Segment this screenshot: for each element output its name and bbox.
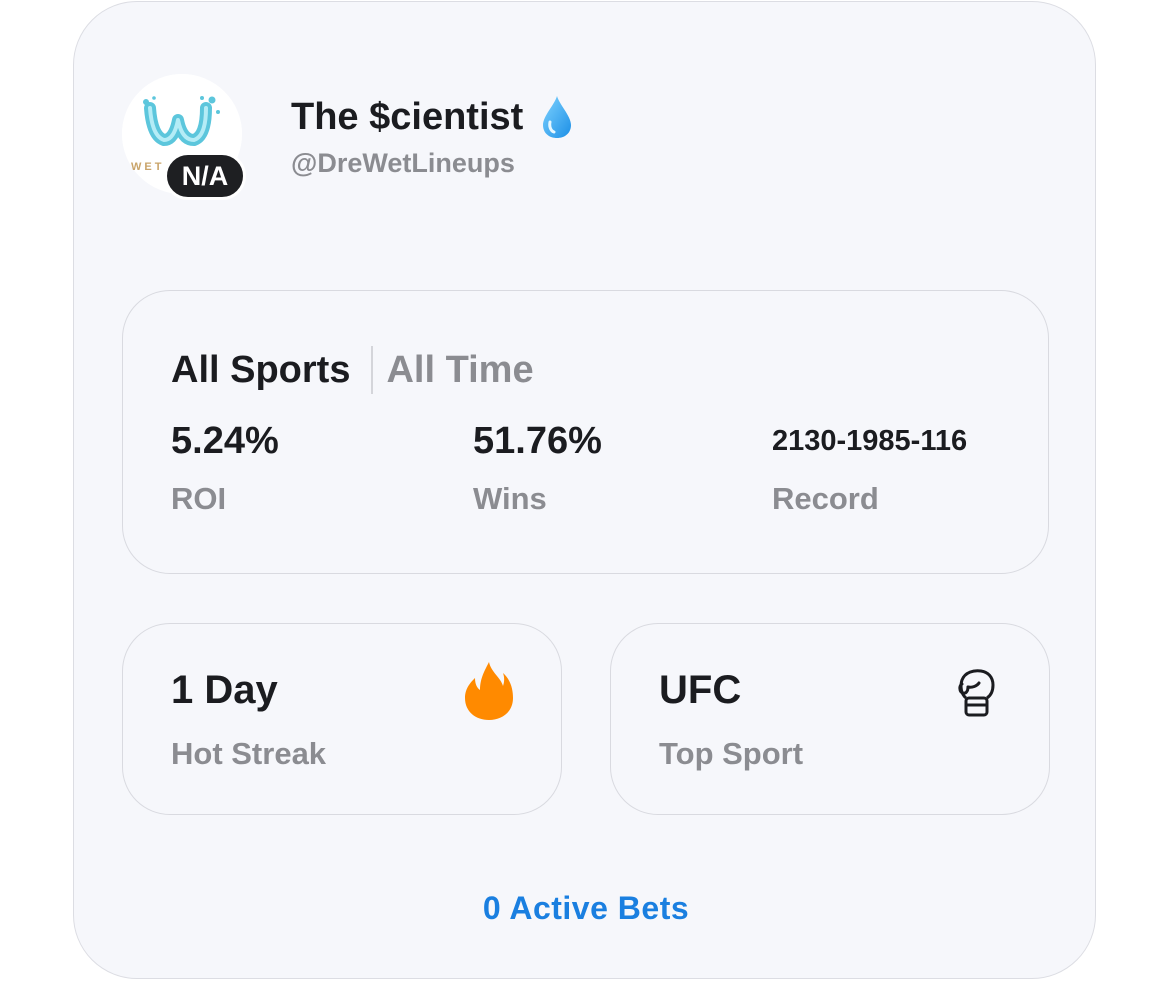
profile-name-text: The $cientist — [291, 95, 524, 138]
top-sport-value: UFC — [659, 668, 742, 712]
top-sport-label: Top Sport — [659, 736, 804, 771]
top-sport-card[interactable]: UFC Top Sport — [610, 623, 1050, 815]
avatar-logo-text: WET — [131, 161, 164, 173]
fire-icon — [465, 662, 513, 720]
stats-filter: All Sports All Time — [171, 346, 534, 394]
profile-handle[interactable]: @DreWetLineups — [291, 148, 515, 179]
roi-label: ROI — [171, 481, 227, 516]
stats-panel: All Sports All Time 5.24% ROI 51.76% Win… — [122, 290, 1049, 574]
streak-label: Hot Streak — [171, 736, 327, 771]
wins-value: 51.76% — [473, 419, 602, 462]
sport-filter[interactable]: All Sports — [171, 349, 350, 392]
profile-card: WET N/A The $cientist @DreWetLineups All… — [73, 1, 1096, 979]
streak-value: 1 Day — [171, 668, 278, 712]
roi-stat: 5.24% ROI — [171, 417, 279, 517]
roi-value: 5.24% — [171, 419, 279, 462]
wins-label: Wins — [473, 481, 547, 516]
water-drop-icon — [543, 96, 572, 138]
record-label: Record — [772, 481, 879, 516]
hot-streak-card[interactable]: 1 Day Hot Streak — [122, 623, 562, 815]
avatar[interactable]: WET N/A — [122, 74, 246, 200]
filter-divider — [371, 346, 374, 394]
time-filter[interactable]: All Time — [386, 349, 533, 392]
profile-name: The $cientist — [291, 94, 573, 140]
record-stat: 2130-1985-116 Record — [772, 417, 967, 517]
rank-badge: N/A — [164, 152, 246, 200]
boxing-glove-icon — [958, 669, 995, 717]
wins-stat: 51.76% Wins — [473, 417, 602, 517]
active-bets-link[interactable]: 0 Active Bets — [1, 890, 1170, 927]
record-value: 2130-1985-116 — [772, 424, 968, 457]
